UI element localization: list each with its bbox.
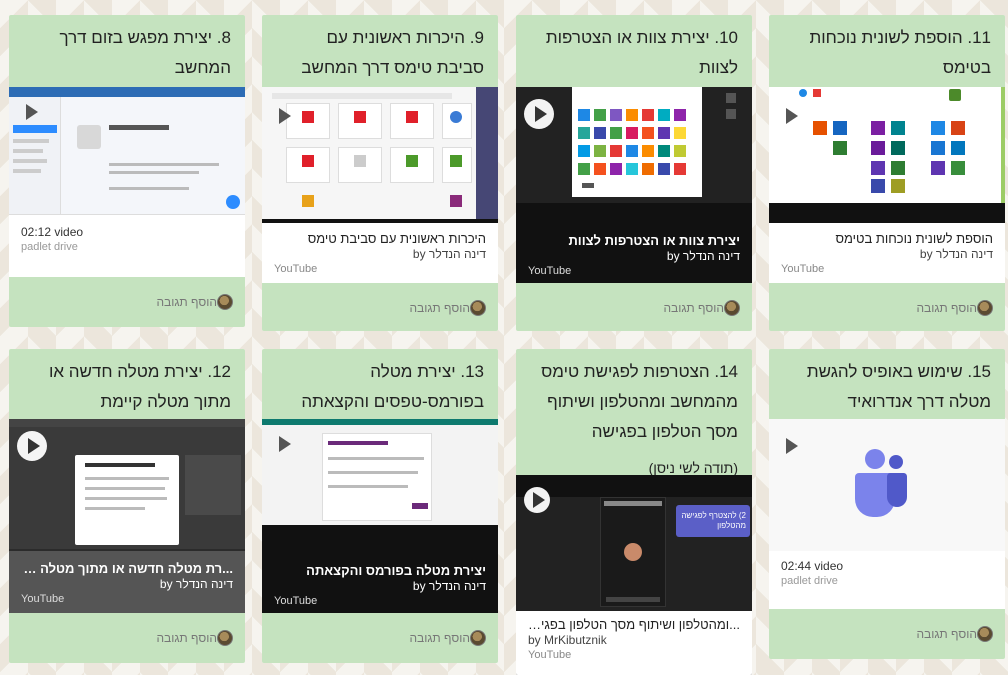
post-title: 14. הצטרפות לפגישת טימס מהמחשב ומהטלפון …: [516, 349, 752, 476]
post-card-14[interactable]: 14. הצטרפות לפגישת טימס מהמחשב ומהטלפון …: [516, 349, 752, 675]
video-thumbnail[interactable]: היכרות ראשונית עם סביבת טימס דינה הנדלר …: [262, 87, 498, 283]
play-icon[interactable]: [268, 429, 298, 459]
video-thumbnail[interactable]: 2) להצטרף לפגישה מהטלפון ...ומהטלפון ושי…: [516, 475, 752, 675]
post-title: 11. הוספת לשונית נוכחות בטימס: [769, 15, 1005, 87]
video-duration: 02:12 video: [21, 225, 84, 239]
post-title: 8. יצירת מפגש בזום דרך המחשב: [9, 15, 245, 87]
video-title: יצירת צוות או הצטרפות לצוות: [568, 233, 740, 248]
post-card-9[interactable]: 9. היכרות ראשונית עם סביבת טימס דרך המחש…: [262, 15, 498, 331]
avatar: [470, 630, 486, 646]
play-icon[interactable]: [524, 99, 554, 129]
add-comment-label: הוסף תגובה: [156, 295, 217, 309]
video-thumbnail[interactable]: ...רת מטלה חדשה או מתוך מטלה קיימת דינה …: [9, 419, 245, 613]
add-comment-label: הוסף תגובה: [916, 301, 977, 315]
add-comment-button[interactable]: הוסף תגובה: [516, 283, 752, 331]
play-icon[interactable]: [17, 431, 47, 461]
video-author: דינה הנדלר by: [412, 579, 486, 593]
post-card-15[interactable]: 15. שימוש באופיס להגשת מטלה דרך אנדרואיד…: [769, 349, 1005, 659]
thumbnail-overlay-text: 2) להצטרף לפגישה מהטלפון: [681, 511, 746, 530]
video-duration: 02:44 video: [781, 559, 844, 573]
video-info: 02:44 video padlet drive: [769, 551, 1005, 609]
video-thumbnail[interactable]: [9, 87, 245, 217]
add-comment-button[interactable]: הוסף תגובה: [9, 613, 245, 663]
add-comment-button[interactable]: הוסף תגובה: [9, 277, 245, 327]
post-card-10[interactable]: 10. יצירת צוות או הצטרפות לצוות יצירת צו…: [516, 15, 752, 331]
post-card-13[interactable]: 13. יצירת מטלה בפורמס-טפסים והקצאתה יציר…: [262, 349, 498, 663]
video-caption: ...רת מטלה חדשה או מתוך מטלה קיימת דינה …: [9, 551, 245, 613]
avatar: [977, 300, 993, 316]
add-comment-label: הוסף תגובה: [663, 301, 724, 315]
video-caption: יצירת צוות או הצטרפות לצוות דינה הנדלר b…: [516, 223, 752, 283]
video-caption: ...ומהטלפון ושיתוף מסך הטלפון בפגישה by …: [516, 611, 752, 675]
video-title: ...רת מטלה חדשה או מתוך מטלה קיימת: [21, 561, 233, 576]
post-card-11[interactable]: 11. הוספת לשונית נוכחות בטימס הוספת לשונ…: [769, 15, 1005, 331]
add-comment-button[interactable]: הוסף תגובה: [262, 283, 498, 331]
avatar: [724, 300, 740, 316]
video-author: דינה הנדלר by: [159, 577, 233, 591]
avatar: [217, 630, 233, 646]
add-comment-label: הוסף תגובה: [156, 631, 217, 645]
avatar: [217, 294, 233, 310]
video-source: YouTube: [528, 649, 572, 661]
post-card-8[interactable]: 8. יצירת מפגש בזום דרך המחשב 02:12 video…: [9, 15, 245, 327]
post-title: 10. יצירת צוות או הצטרפות לצוות: [516, 15, 752, 87]
video-caption: הוספת לשונית נוכחות בטימס דינה הנדלר by …: [769, 223, 1005, 283]
post-title: 13. יצירת מטלה בפורמס-טפסים והקצאתה: [262, 349, 498, 419]
add-comment-button[interactable]: הוסף תגובה: [769, 283, 1005, 331]
video-thumbnail[interactable]: הוספת לשונית נוכחות בטימס דינה הנדלר by …: [769, 87, 1005, 283]
video-source: YouTube: [528, 265, 572, 277]
video-caption: היכרות ראשונית עם סביבת טימס דינה הנדלר …: [262, 223, 498, 283]
video-thumbnail[interactable]: [769, 419, 1005, 551]
video-info: 02:12 video padlet drive: [9, 217, 245, 277]
play-icon[interactable]: [524, 487, 550, 513]
video-author: דינה הנדלר by: [412, 247, 486, 261]
play-icon[interactable]: [775, 101, 805, 131]
post-title: 15. שימוש באופיס להגשת מטלה דרך אנדרואיד: [769, 349, 1005, 419]
video-title: ...ומהטלפון ושיתוף מסך הטלפון בפגישה: [528, 617, 740, 632]
video-author: דינה הנדלר by: [666, 249, 740, 263]
video-author: דינה הנדלר by: [919, 247, 993, 261]
avatar: [470, 300, 486, 316]
avatar: [977, 626, 993, 642]
video-source: padlet drive: [21, 241, 78, 253]
video-source: YouTube: [274, 595, 318, 607]
video-author: by MrKibutznik: [528, 633, 607, 647]
video-title: יצירת מטלה בפורמס והקצאתה: [306, 563, 486, 578]
video-title: הוספת לשונית נוכחות בטימס: [835, 231, 993, 246]
post-title: 9. היכרות ראשונית עם סביבת טימס דרך המחש…: [262, 15, 498, 87]
play-icon[interactable]: [775, 431, 805, 461]
video-source: YouTube: [781, 263, 825, 275]
video-thumbnail[interactable]: יצירת צוות או הצטרפות לצוות דינה הנדלר b…: [516, 87, 752, 283]
video-caption: יצירת מטלה בפורמס והקצאתה דינה הנדלר by …: [262, 525, 498, 613]
video-thumbnail[interactable]: יצירת מטלה בפורמס והקצאתה דינה הנדלר by …: [262, 419, 498, 613]
add-comment-label: הוסף תגובה: [409, 631, 470, 645]
play-icon[interactable]: [15, 97, 45, 127]
video-source: padlet drive: [781, 575, 838, 587]
add-comment-label: הוסף תגובה: [916, 627, 977, 641]
add-comment-button[interactable]: הוסף תגובה: [769, 609, 1005, 659]
add-comment-label: הוסף תגובה: [409, 301, 470, 315]
post-card-12[interactable]: 12. יצירת מטלה חדשה או מתוך מטלה קיימת .…: [9, 349, 245, 663]
video-source: YouTube: [21, 593, 65, 605]
video-title: היכרות ראשונית עם סביבת טימס: [307, 231, 486, 246]
video-source: YouTube: [274, 263, 318, 275]
post-title: 12. יצירת מטלה חדשה או מתוך מטלה קיימת: [9, 349, 245, 419]
play-icon[interactable]: [268, 101, 298, 131]
add-comment-button[interactable]: הוסף תגובה: [262, 613, 498, 663]
